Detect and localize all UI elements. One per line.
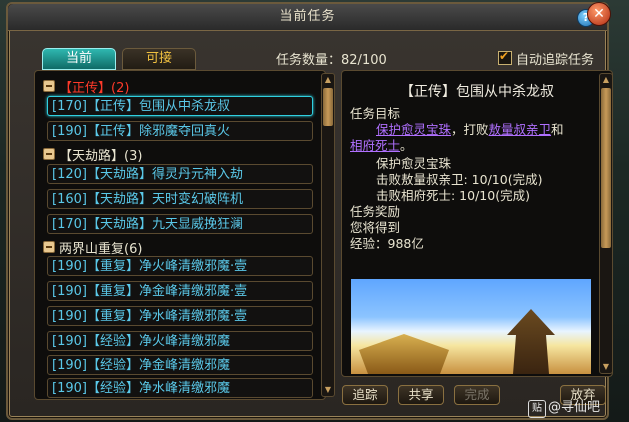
objective-sep: ，打败: [451, 122, 489, 137]
scroll-up-icon[interactable]: ▲: [601, 75, 611, 85]
quest-list-scrollbar[interactable]: ▲ ▼: [321, 73, 335, 397]
quest-list-panel: 【正传】(2) [170]【正传】包围从中杀龙叔 [190]【正传】除邪魔夺回真…: [34, 70, 335, 400]
complete-button[interactable]: 完成: [454, 385, 500, 405]
scroll-thumb[interactable]: [323, 88, 333, 126]
tieba-logo-icon: 贴: [528, 400, 546, 418]
quest-item[interactable]: [190]【经验】净金峰清缴邪魔: [47, 355, 313, 375]
group-header-liangjieshan[interactable]: 两界山重复(6): [43, 238, 142, 257]
detail-title: 【正传】包围从中杀龙叔: [400, 84, 554, 100]
group-header-main-story[interactable]: 【正传】(2): [43, 77, 129, 96]
group-title: 【天劫路】(3): [59, 149, 143, 164]
quest-item[interactable]: [190]【经验】净火峰清缴邪魔: [47, 331, 313, 351]
quest-item[interactable]: [160]【天劫路】天时变幻破阵机: [47, 189, 313, 209]
share-button[interactable]: 共享: [398, 385, 444, 405]
group-title: 两界山重复(6): [59, 242, 143, 257]
pagoda-tower: [507, 309, 555, 374]
watermark-text: @寻仙吧: [548, 400, 601, 415]
quest-item[interactable]: [190]【经验】净水峰清缴邪魔: [47, 378, 313, 398]
watermark: 贴 @寻仙吧: [528, 396, 600, 418]
objective-text-cont: 相府死士。: [350, 135, 413, 154]
close-icon[interactable]: ✕: [587, 2, 611, 26]
tab-available[interactable]: 可接: [122, 48, 196, 70]
quest-item[interactable]: [170]【天劫路】九天显威挽狂澜: [47, 214, 313, 234]
quest-item[interactable]: [190]【重复】净金峰清缴邪魔·壹: [47, 281, 313, 301]
collapse-icon[interactable]: [43, 148, 55, 160]
track-button[interactable]: 追踪: [342, 385, 388, 405]
quest-detail-panel: 【正传】包围从中杀龙叔 任务目标 保护愈灵宝珠，打败敖量叔亲卫和 相府死士。 保…: [341, 70, 613, 377]
objective-link-assassins[interactable]: 相府死士: [350, 138, 400, 153]
quest-count-label: 任务数量：: [276, 53, 342, 68]
collapse-icon[interactable]: [43, 241, 55, 253]
quest-item[interactable]: [120]【天劫路】得灵丹元神入劫: [47, 164, 313, 184]
quest-count-value: 82/100: [341, 53, 387, 68]
group-title: 【正传】(2): [59, 81, 130, 96]
quest-count: 任务数量：82/100: [276, 49, 387, 68]
window-title: 当前任务: [279, 9, 336, 24]
reward-exp: 经验：988亿: [350, 236, 424, 251]
objective-end: 。: [400, 138, 413, 153]
quest-item[interactable]: [190]【重复】净水峰清缴邪魔·壹: [47, 306, 313, 326]
quest-scene-image: [351, 279, 591, 374]
palace-roof: [359, 334, 449, 374]
group-header-tianjie[interactable]: 【天劫路】(3): [43, 145, 142, 164]
tab-current[interactable]: 当前: [42, 48, 116, 70]
objective-link-guards[interactable]: 敖量叔亲卫: [489, 122, 552, 137]
quest-item[interactable]: [170]【正传】包围从中杀龙叔: [47, 96, 313, 116]
quest-item[interactable]: [190]【正传】除邪魔夺回真火: [47, 121, 313, 141]
auto-track-checkbox[interactable]: [498, 49, 512, 65]
scroll-thumb[interactable]: [601, 88, 611, 248]
auto-track-label: 自动追踪任务: [516, 53, 595, 68]
scroll-up-icon[interactable]: ▲: [323, 75, 333, 85]
collapse-icon[interactable]: [43, 80, 55, 92]
detail-scrollbar[interactable]: ▲ ▼: [599, 73, 612, 374]
auto-track-toggle[interactable]: 自动追踪任务: [498, 49, 594, 68]
window-titlebar[interactable]: 当前任务 ? ✕: [8, 2, 611, 31]
scroll-down-icon[interactable]: ▼: [323, 385, 333, 395]
scroll-down-icon[interactable]: ▼: [601, 362, 611, 372]
quest-window: 当前任务 ? ✕ 当前 可接 任务数量：82/100 自动追踪任务 【正传】(2…: [6, 2, 613, 420]
quest-item[interactable]: [190]【重复】净火峰清缴邪魔·壹: [47, 256, 313, 276]
objective-and: 和: [551, 122, 564, 137]
